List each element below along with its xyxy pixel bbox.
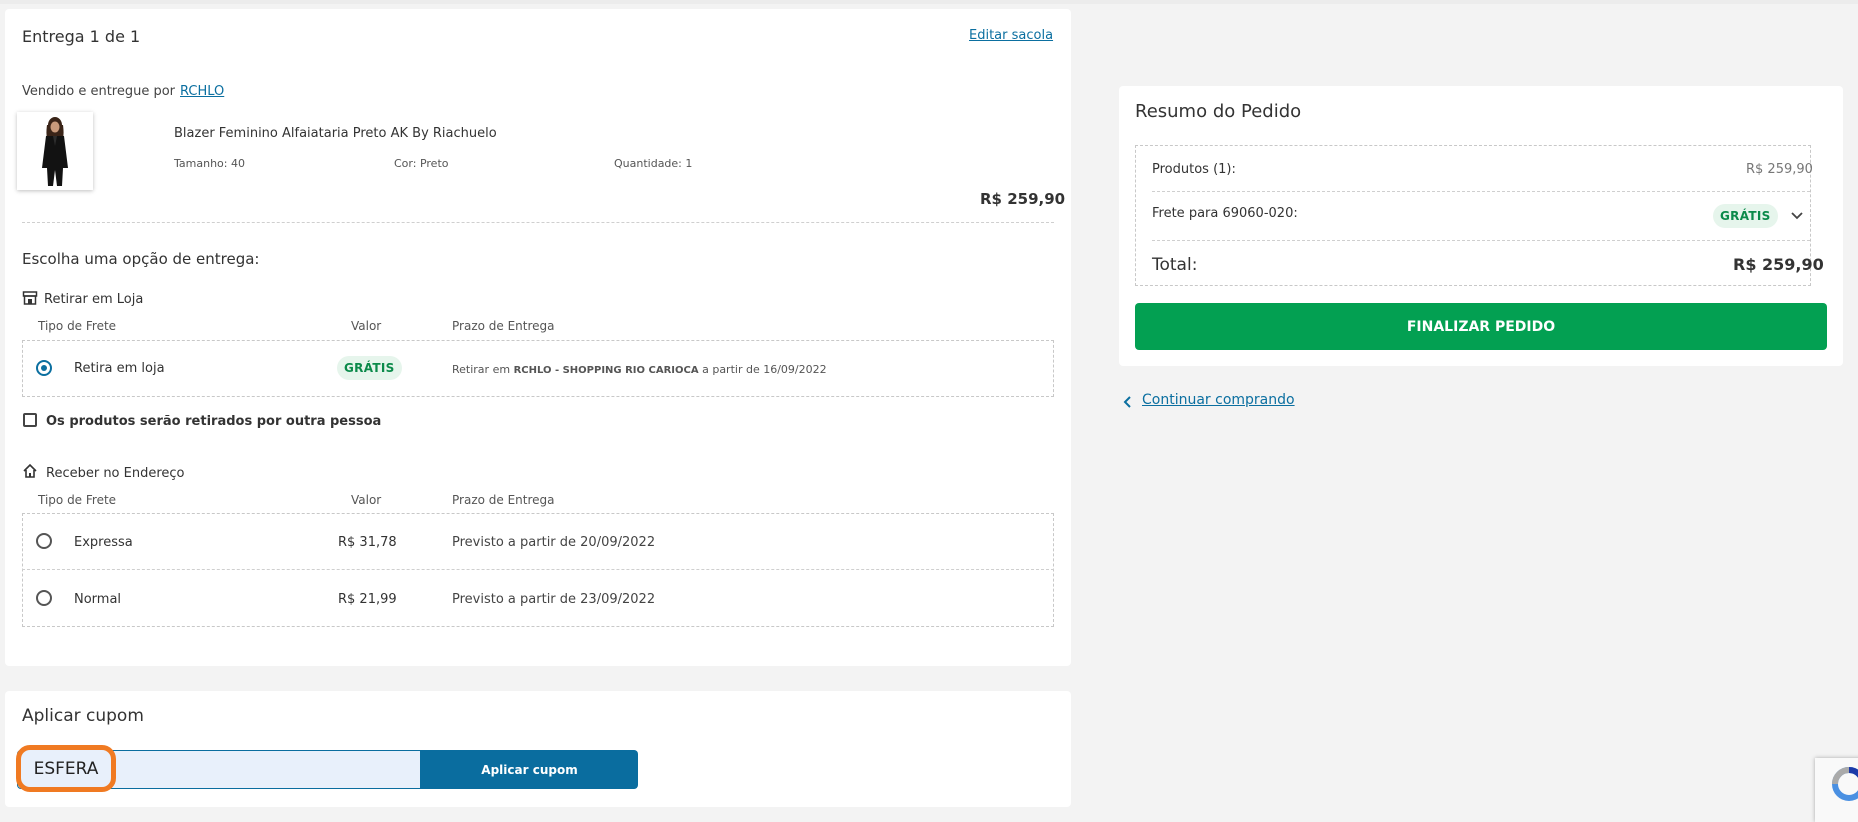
expressa-radio[interactable]	[36, 533, 52, 549]
product-price: R$ 259,90	[980, 190, 1066, 208]
normal-value: R$ 21,99	[338, 592, 397, 607]
product-name: Blazer Feminino Alfaiataria Preto AK By …	[174, 126, 497, 141]
product-image[interactable]	[17, 112, 93, 190]
pickup-col-type: Tipo de Frete	[38, 319, 117, 333]
apply-coupon-button[interactable]: Aplicar cupom	[421, 750, 638, 789]
home-section-title: Receber no Endereço	[46, 466, 185, 481]
normal-deadline: Previsto a partir de 23/09/2022	[452, 592, 656, 607]
pickup-deadline-prefix: Retirar em	[452, 363, 511, 376]
summary-shipping-label: Frete para 69060-020:	[1152, 206, 1298, 221]
coupon-input-value-highlight[interactable]: ESFERA	[16, 745, 116, 792]
summary-divider-2	[1152, 240, 1810, 241]
blazer-product-icon	[42, 117, 68, 186]
pickup-section-title: Retirar em Loja	[44, 292, 144, 307]
pickup-deadline-suffix: a partir de 16/09/2022	[702, 363, 827, 376]
summary-total-value: R$ 259,90	[1733, 255, 1824, 274]
size-label: Tamanho:	[174, 157, 228, 170]
chevron-down-icon[interactable]	[1790, 208, 1804, 227]
summary-products-label: Produtos (1):	[1152, 162, 1236, 177]
top-divider	[0, 0, 1858, 4]
expressa-value: R$ 31,78	[338, 535, 397, 550]
summary-title: Resumo do Pedido	[1135, 101, 1302, 122]
summary-total-label: Total:	[1152, 255, 1198, 275]
sold-by-label: Vendido e entregue por	[22, 84, 176, 99]
recaptcha-badge[interactable]	[1815, 758, 1858, 822]
pickup-radio[interactable]	[36, 360, 52, 376]
normal-label: Normal	[74, 592, 122, 607]
summary-products-value: R$ 259,90	[1746, 162, 1813, 177]
product-size: Tamanho: 40	[174, 157, 245, 170]
chevron-left-icon[interactable]	[1123, 394, 1133, 413]
coupon-title: Aplicar cupom	[22, 706, 144, 726]
normal-radio[interactable]	[36, 590, 52, 606]
size-value: 40	[230, 157, 245, 170]
expressa-label: Expressa	[74, 535, 133, 550]
product-divider	[22, 222, 1054, 223]
pickup-option-label: Retira em loja	[74, 361, 165, 376]
store-icon	[22, 290, 38, 310]
other-person-label[interactable]: Os produtos serão retirados por outra pe…	[46, 414, 381, 429]
color-label: Cor:	[394, 157, 417, 170]
home-icon	[22, 463, 38, 483]
other-person-checkbox[interactable]	[23, 413, 37, 427]
color-value: Preto	[419, 157, 449, 170]
pickup-col-value: Valor	[351, 319, 382, 333]
pickup-free-badge: GRÁTIS	[337, 356, 402, 380]
product-quantity: Quantidade: 1	[614, 157, 692, 170]
qty-label: Quantidade:	[614, 157, 682, 170]
home-col-type: Tipo de Frete	[38, 493, 117, 507]
summary-divider-1	[1152, 191, 1810, 192]
coupon-input-value: ESFERA	[33, 758, 99, 779]
pickup-col-deadline: Prazo de Entrega	[452, 319, 555, 333]
choose-delivery-label: Escolha uma opção de entrega:	[22, 250, 260, 268]
summary-shipping-badge: GRÁTIS	[1713, 204, 1778, 228]
coupon-card	[5, 691, 1071, 807]
delivery-title: Entrega 1 de 1	[22, 27, 141, 46]
pickup-deadline: Retirar em RCHLO - SHOPPING RIO CARIOCA …	[452, 363, 827, 376]
home-col-deadline: Prazo de Entrega	[452, 493, 555, 507]
qty-value: 1	[685, 157, 693, 170]
recaptcha-icon	[1832, 767, 1858, 801]
checkout-button[interactable]: FINALIZAR PEDIDO	[1135, 303, 1827, 350]
expressa-deadline: Previsto a partir de 20/09/2022	[452, 535, 656, 550]
pickup-store-name: RCHLO - SHOPPING RIO CARIOCA	[513, 365, 699, 376]
edit-bag-link[interactable]: Editar sacola	[969, 28, 1053, 43]
seller-link[interactable]: RCHLO	[180, 84, 224, 99]
continue-shopping-link[interactable]: Continuar comprando	[1142, 392, 1295, 408]
product-color: Cor: Preto	[394, 157, 448, 170]
home-col-value: Valor	[351, 493, 382, 507]
